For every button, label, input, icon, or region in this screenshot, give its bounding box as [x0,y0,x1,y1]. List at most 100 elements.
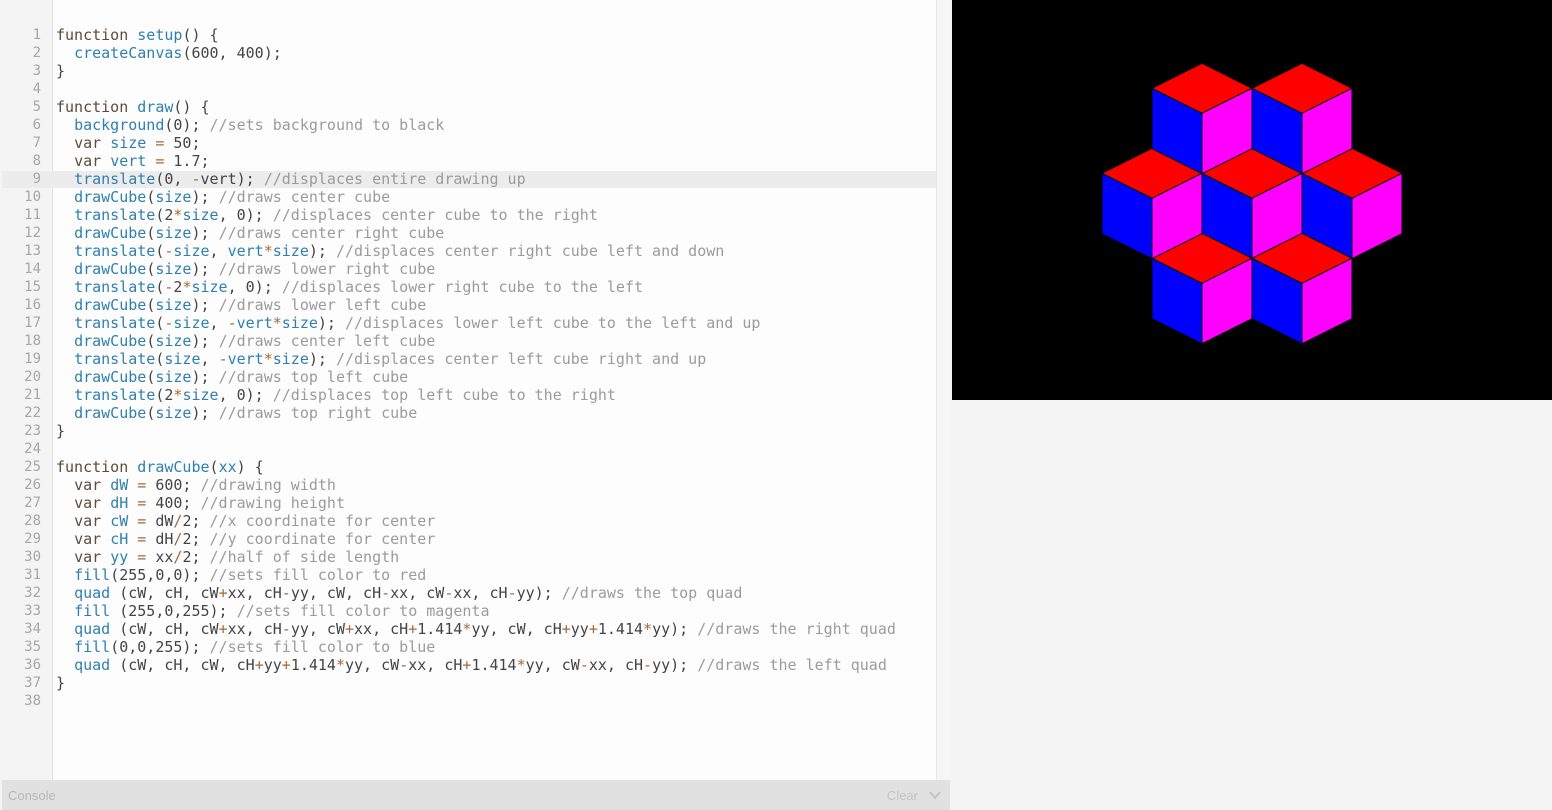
line-number: 35 [24,639,41,655]
code-line[interactable]: 9 translate(0, -vert); //displaces entir… [0,170,936,188]
code-text[interactable]: translate(size, -vert*size); //displaces… [56,350,706,368]
code-text[interactable]: var cH = dH/2; //y coordinate for center [56,530,435,548]
code-text[interactable]: quad (cW, cH, cW+xx, cH-yy, cW+xx, cH+1.… [56,620,896,638]
code-line[interactable]: 17 translate(-size, -vert*size); //displ… [0,314,936,332]
code-line[interactable]: 35 fill(0,0,255); //sets fill color to b… [0,638,936,656]
code-text[interactable]: quad (cW, cH, cW, cH+yy+1.414*yy, cW-xx,… [56,656,887,674]
line-number: 21 [24,387,41,403]
code-text[interactable]: drawCube(size); //draws center left cube [56,332,435,350]
code-text[interactable]: } [56,422,65,440]
editor-scrollbar[interactable] [936,0,951,780]
chevron-down-icon[interactable] [928,788,942,802]
code-line[interactable]: 24 [0,440,936,458]
console-clear-button[interactable]: Clear [887,788,918,803]
code-line[interactable]: 5 function draw() { [0,98,936,116]
console-label: Console [8,788,56,803]
code-text[interactable]: drawCube(size); //draws top left cube [56,368,408,386]
code-line[interactable]: 3} [0,62,936,80]
line-number: 30 [24,549,41,565]
code-line[interactable]: 38 [0,692,936,710]
code-line[interactable]: 15 translate(-2*size, 0); //displaces lo… [0,278,936,296]
code-line[interactable]: 37} [0,674,936,692]
code-text[interactable]: function draw() { [56,98,210,116]
code-line[interactable]: 23} [0,422,936,440]
line-number: 5 [32,99,41,115]
code-line[interactable]: 36 quad (cW, cH, cW, cH+yy+1.414*yy, cW-… [0,656,936,674]
code-text[interactable]: var dW = 600; //drawing width [56,476,336,494]
code-line[interactable]: 6 background(0); //sets background to bl… [0,116,936,134]
code-editor[interactable]: 1 function setup() {2 createCanvas(600, 4… [0,0,951,780]
code-line[interactable]: 20 drawCube(size); //draws top left cube [0,368,936,386]
code-line[interactable]: 11 translate(2*size, 0); //displaces cen… [0,206,936,224]
code-lines[interactable]: 1 function setup() {2 createCanvas(600, 4… [0,26,936,710]
code-text[interactable]: drawCube(size); //draws lower right cube [56,260,435,278]
code-text[interactable]: var size = 50; [56,134,200,152]
code-line[interactable]: 16 drawCube(size); //draws lower left cu… [0,296,936,314]
code-text[interactable]: function setup() { [56,26,219,44]
code-line[interactable]: 4 [0,80,936,98]
code-text[interactable]: drawCube(size); //draws center right cub… [56,224,444,242]
line-number: 15 [24,279,41,295]
code-line[interactable]: 29 var cH = dH/2; //y coordinate for cen… [0,530,936,548]
code-text[interactable]: translate(0, -vert); //displaces entire … [56,170,526,188]
line-number: 18 [24,333,41,349]
code-line[interactable]: 18 drawCube(size); //draws center left c… [0,332,936,350]
cube-drawing [1100,62,1404,345]
code-text[interactable]: fill(0,0,255); //sets fill color to blue [56,638,435,656]
code-text[interactable]: quad (cW, cH, cW+xx, cH-yy, cW, cH-xx, c… [56,584,742,602]
code-line[interactable]: 27 var dH = 400; //drawing height [0,494,936,512]
code-line[interactable]: 7 var size = 50; [0,134,936,152]
code-line[interactable]: 12 drawCube(size); //draws center right … [0,224,936,242]
line-number: 23 [24,423,41,439]
code-text[interactable]: } [56,674,65,692]
code-text[interactable]: drawCube(size); //draws center cube [56,188,390,206]
code-line[interactable]: 19 translate(size, -vert*size); //displa… [0,350,936,368]
code-line[interactable]: 10 drawCube(size); //draws center cube [0,188,936,206]
code-text[interactable]: var dH = 400; //drawing height [56,494,345,512]
line-number: 38 [24,693,41,709]
code-text[interactable]: fill(255,0,0); //sets fill color to red [56,566,426,584]
code-text[interactable]: translate(-size, vert*size); //displaces… [56,242,724,260]
code-line[interactable]: 31 fill(255,0,0); //sets fill color to r… [0,566,936,584]
code-text[interactable]: background(0); //sets background to blac… [56,116,444,134]
code-text[interactable]: } [56,62,65,80]
console-panel: Console Clear [2,780,950,810]
code-line[interactable]: 2 createCanvas(600, 400); [0,44,936,62]
code-text[interactable]: var yy = xx/2; //half of side length [56,548,399,566]
code-text[interactable]: translate(-size, -vert*size); //displace… [56,314,760,332]
code-line[interactable]: 8 var vert = 1.7; [0,152,936,170]
code-text[interactable]: function drawCube(xx) { [56,458,264,476]
line-number: 24 [24,441,41,457]
code-text[interactable]: drawCube(size); //draws top right cube [56,404,417,422]
line-number: 28 [24,513,41,529]
code-text[interactable]: var cW = dW/2; //x coordinate for center [56,512,435,530]
code-line[interactable]: 13 translate(-size, vert*size); //displa… [0,242,936,260]
code-line[interactable]: 1 function setup() { [0,26,936,44]
code-line[interactable]: 14 drawCube(size); //draws lower right c… [0,260,936,278]
line-number: 36 [24,657,41,673]
code-line[interactable]: 22 drawCube(size); //draws top right cub… [0,404,936,422]
code-line[interactable]: 33 fill (255,0,255); //sets fill color t… [0,602,936,620]
sketch-preview-canvas [952,0,1552,400]
code-line[interactable]: 32 quad (cW, cH, cW+xx, cH-yy, cW, cH-xx… [0,584,936,602]
code-text[interactable]: translate(-2*size, 0); //displaces lower… [56,278,643,296]
code-line[interactable]: 28 var cW = dW/2; //x coordinate for cen… [0,512,936,530]
code-line[interactable]: 26 var dW = 600; //drawing width [0,476,936,494]
code-text[interactable]: drawCube(size); //draws lower left cube [56,296,426,314]
line-number: 3 [32,63,41,79]
line-number: 20 [24,369,41,385]
code-text[interactable]: createCanvas(600, 400); [56,44,282,62]
line-number: 11 [24,207,41,223]
code-text[interactable]: fill (255,0,255); //sets fill color to m… [56,602,489,620]
code-text[interactable]: translate(2*size, 0); //displaces top le… [56,386,616,404]
line-number: 32 [24,585,41,601]
code-text[interactable]: var vert = 1.7; [56,152,209,170]
line-number: 17 [24,315,41,331]
code-line[interactable]: 30 var yy = xx/2; //half of side length [0,548,936,566]
line-number: 29 [24,531,41,547]
line-number: 10 [24,189,41,205]
code-text[interactable]: translate(2*size, 0); //displaces center… [56,206,598,224]
code-line[interactable]: 21 translate(2*size, 0); //displaces top… [0,386,936,404]
code-line[interactable]: 25 function drawCube(xx) { [0,458,936,476]
code-line[interactable]: 34 quad (cW, cH, cW+xx, cH-yy, cW+xx, cH… [0,620,936,638]
